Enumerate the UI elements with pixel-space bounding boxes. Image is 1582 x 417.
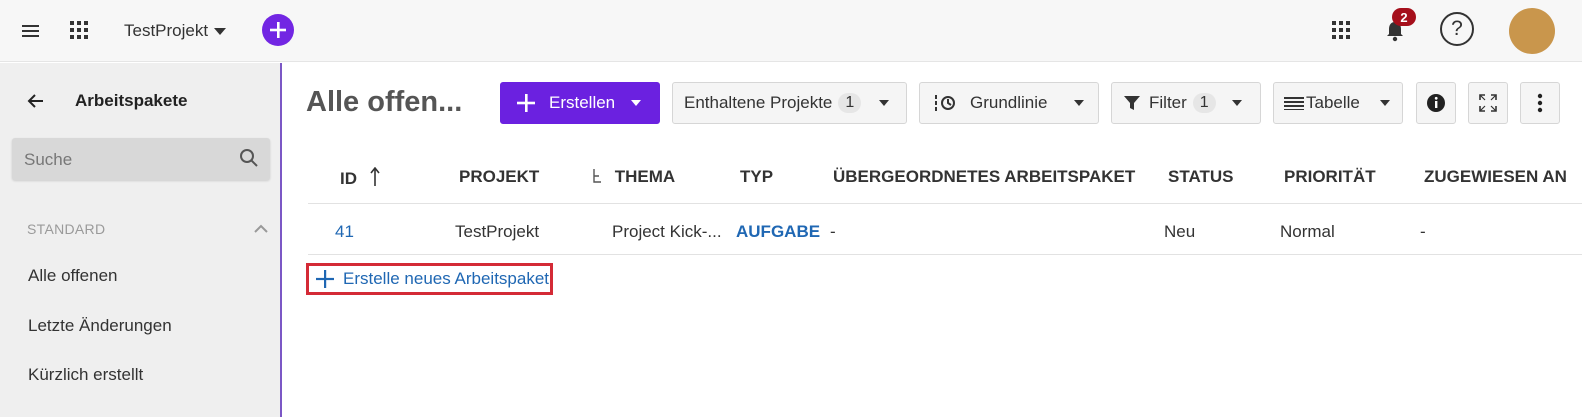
search-input[interactable]: Suche	[12, 138, 270, 180]
question-icon: ?	[1451, 17, 1463, 40]
sidebar-item-letzte-aenderungen[interactable]: Letzte Änderungen	[28, 316, 172, 336]
avatar[interactable]	[1509, 8, 1555, 54]
create-button[interactable]: Erstellen	[500, 82, 660, 124]
sidebar-title: Arbeitspakete	[75, 91, 188, 110]
row-priority[interactable]: Normal	[1280, 222, 1335, 242]
quick-add-button[interactable]	[262, 14, 294, 46]
row-subject[interactable]: Project Kick-...	[612, 222, 722, 242]
project-selector[interactable]: TestProjekt	[124, 18, 227, 44]
included-projects-count: 1	[838, 93, 862, 113]
filter-icon	[1124, 96, 1140, 110]
project-name: TestProjekt	[124, 21, 209, 40]
page-title: Alle offen...	[306, 86, 463, 118]
caret-down-icon	[1231, 100, 1242, 106]
sidebar-item-alle-offenen[interactable]: Alle offenen	[28, 266, 117, 286]
modules-grid-icon[interactable]	[66, 17, 92, 43]
baseline-label: Grundlinie	[970, 93, 1048, 112]
row-id-link[interactable]: 41	[335, 222, 354, 242]
table-icon	[1284, 97, 1304, 110]
sidebar-item-kuerzlich-erstellt[interactable]: Kürzlich erstellt	[28, 365, 143, 385]
apps-grid-icon[interactable]	[1328, 17, 1354, 43]
row-assignee[interactable]: -	[1420, 222, 1426, 242]
notifications-button[interactable]: 2	[1380, 8, 1416, 46]
column-header-id[interactable]: ID	[340, 166, 380, 189]
view-mode-button[interactable]: Tabelle	[1273, 82, 1403, 124]
column-header-assignee[interactable]: ZUGEWIESEN AN	[1424, 167, 1567, 187]
search-icon[interactable]	[238, 147, 260, 169]
caret-down-icon	[1379, 100, 1390, 106]
sidebar: Arbeitspakete Suche STANDARD Alle offene…	[0, 63, 282, 417]
row-status[interactable]: Neu	[1164, 222, 1195, 242]
notification-badge: 2	[1392, 8, 1416, 26]
caret-down-icon	[879, 100, 890, 106]
chevron-up-icon[interactable]	[253, 221, 269, 237]
column-header-label: ID	[340, 169, 357, 188]
column-header-status[interactable]: STATUS	[1168, 167, 1233, 187]
more-vertical-icon	[1537, 93, 1543, 113]
caret-down-icon	[214, 27, 227, 35]
menu-icon[interactable]	[18, 18, 44, 44]
column-header-label: THEMA	[614, 167, 676, 186]
hierarchy-icon	[593, 169, 601, 183]
view-mode-label: Tabelle	[1306, 93, 1360, 112]
row-project: TestProjekt	[455, 222, 540, 241]
filter-label: Filter	[1149, 93, 1187, 112]
caret-down-icon	[1073, 100, 1084, 106]
more-actions-button[interactable]	[1520, 82, 1560, 124]
divider	[308, 203, 1582, 204]
create-button-label: Erstellen	[549, 93, 616, 112]
column-header-parent[interactable]: ÜBERGEORDNETES ARBEITSPAKET	[833, 167, 1135, 187]
fullscreen-button[interactable]	[1468, 82, 1508, 124]
divider	[308, 254, 1582, 255]
filter-button[interactable]: Filter 1	[1111, 82, 1261, 124]
included-projects-label: Enthaltene Projekte	[684, 93, 833, 112]
column-header-type[interactable]: TYP	[740, 167, 773, 187]
caret-down-icon	[631, 100, 642, 106]
section-label: STANDARD	[27, 221, 106, 237]
back-arrow-icon[interactable]	[26, 91, 46, 111]
row-type: AUFGABE	[736, 222, 821, 241]
search-placeholder: Suche	[24, 150, 73, 169]
filter-count: 1	[1192, 93, 1216, 113]
included-projects-button[interactable]: Enthaltene Projekte 1	[672, 82, 907, 124]
plus-icon	[270, 22, 286, 38]
plus-icon	[316, 270, 334, 288]
fullscreen-icon	[1479, 94, 1497, 112]
column-header-subject[interactable]: THEMA	[592, 167, 675, 187]
details-button[interactable]	[1416, 82, 1456, 124]
create-new-work-package-link[interactable]: Erstelle neues Arbeitspaket	[306, 263, 553, 295]
baseline-button[interactable]: Grundlinie	[919, 82, 1099, 124]
top-header: TestProjekt 2 ?	[0, 0, 1582, 62]
row-parent[interactable]: -	[830, 222, 836, 242]
column-header-project[interactable]: PROJEKT	[459, 167, 539, 187]
info-icon	[1427, 94, 1445, 112]
baseline-icon	[935, 95, 955, 111]
plus-icon	[517, 94, 535, 112]
sort-ascending-icon	[370, 166, 380, 186]
create-new-label: Erstelle neues Arbeitspaket	[343, 269, 550, 288]
column-header-priority[interactable]: PRIORITÄT	[1284, 167, 1376, 187]
help-button[interactable]: ?	[1440, 12, 1474, 46]
